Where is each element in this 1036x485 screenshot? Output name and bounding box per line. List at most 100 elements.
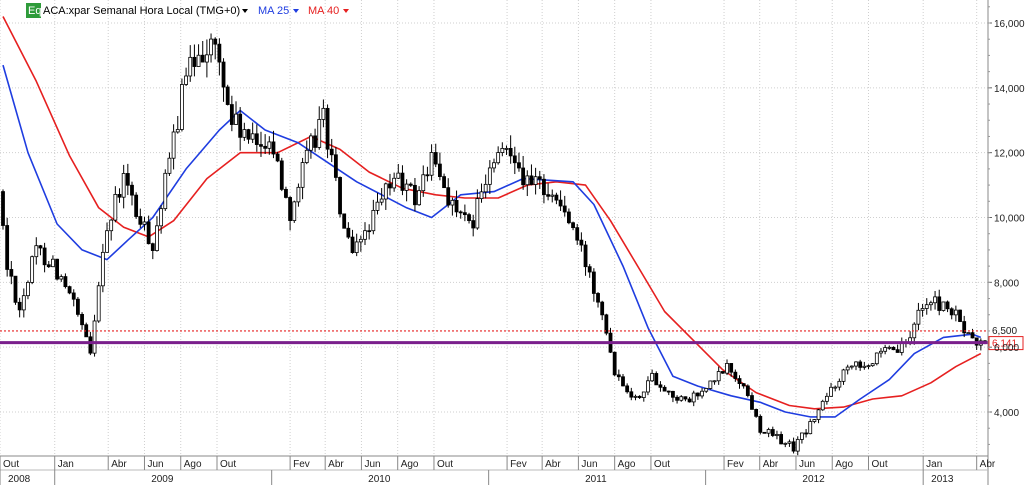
candle-body xyxy=(300,162,305,188)
candle-body xyxy=(13,275,18,303)
candle-body xyxy=(837,380,842,388)
candle-body xyxy=(579,239,584,246)
candle-body xyxy=(329,148,334,156)
symbol-title[interactable]: ACA:xpar Semanal Hora Local (TMG+0) xyxy=(43,5,240,17)
candle-body xyxy=(512,155,517,164)
candle-body xyxy=(933,296,937,304)
candle-body xyxy=(800,432,804,440)
candle-body xyxy=(770,429,775,436)
x-tick-label: Jun xyxy=(581,459,597,470)
year-label: 2011 xyxy=(585,474,607,485)
candle-body xyxy=(467,214,471,221)
candle-body xyxy=(196,54,201,67)
candle-body xyxy=(725,363,729,374)
candle-body xyxy=(279,160,284,190)
candle-body xyxy=(695,392,700,397)
candle-body xyxy=(371,210,376,232)
candle-body xyxy=(741,383,746,387)
candle-body xyxy=(808,421,813,435)
candle-body xyxy=(504,148,509,150)
candle-body xyxy=(63,276,68,288)
candle-body xyxy=(521,167,526,186)
candle-body xyxy=(612,351,617,376)
eq-badge-label: Eq xyxy=(28,5,41,17)
candle-body xyxy=(679,396,684,401)
candle-body xyxy=(325,107,330,150)
candle-body xyxy=(292,201,297,221)
candle-body xyxy=(388,183,392,189)
candle-body xyxy=(762,431,767,434)
candle-body xyxy=(483,183,488,193)
candle-body xyxy=(238,113,243,138)
candlestick-chart[interactable]: 6,5006,1414,0006,0008,00010,00012,00014,… xyxy=(0,0,1036,485)
x-tick-label: Jan xyxy=(58,459,74,470)
candle-body xyxy=(849,365,854,368)
candle-body xyxy=(887,346,892,349)
candle-body xyxy=(113,193,118,221)
candle-body xyxy=(46,264,51,268)
candle-body xyxy=(716,371,721,382)
candle-body xyxy=(966,332,971,335)
x-tick-label: Abr xyxy=(111,459,127,470)
candle-body xyxy=(26,281,30,297)
candle-body xyxy=(221,61,226,88)
candle-body xyxy=(795,439,800,452)
candle-body xyxy=(34,245,39,258)
candle-body xyxy=(720,371,725,374)
candle-body xyxy=(100,251,105,287)
candle-body xyxy=(338,177,342,215)
candle-body xyxy=(80,314,84,326)
candle-body xyxy=(304,149,309,163)
candle-body xyxy=(209,38,213,56)
y-tick-label: 14,000 xyxy=(994,84,1025,95)
candle-body xyxy=(492,162,496,169)
y-tick-label: 12,000 xyxy=(994,149,1025,160)
candle-body xyxy=(425,174,430,177)
candle-body xyxy=(633,395,638,398)
candle-body xyxy=(637,395,642,398)
candle-body xyxy=(109,219,114,232)
candle-body xyxy=(313,135,317,148)
candle-body xyxy=(621,376,625,387)
candle-body xyxy=(367,230,372,233)
candle-body xyxy=(529,175,534,185)
candle-body xyxy=(159,208,164,227)
candle-body xyxy=(142,221,147,225)
candle-body xyxy=(804,432,808,435)
ma40-legend[interactable]: MA 40 xyxy=(308,5,339,17)
y-tick-label: 6,000 xyxy=(994,343,1019,354)
candle-body xyxy=(671,390,675,398)
candle-body xyxy=(42,247,47,266)
candle-body xyxy=(21,295,26,311)
candle-body xyxy=(766,429,771,434)
candle-body xyxy=(571,222,575,229)
candle-body xyxy=(458,211,463,214)
candle-body xyxy=(550,194,555,197)
candle-body xyxy=(750,395,754,410)
candle-body xyxy=(417,190,422,206)
y-tick-label: 10,000 xyxy=(994,214,1025,225)
candle-body xyxy=(105,230,109,253)
candle-body xyxy=(271,141,276,155)
x-tick-label: Out xyxy=(871,459,887,470)
candle-body xyxy=(400,172,405,191)
candle-body xyxy=(554,194,559,201)
ma25-legend[interactable]: MA 25 xyxy=(258,5,289,17)
candle-body xyxy=(263,145,268,149)
candle-body xyxy=(783,442,788,445)
candle-body xyxy=(184,75,188,85)
candle-body xyxy=(309,135,313,151)
candle-body xyxy=(970,332,975,339)
candle-body xyxy=(354,241,359,253)
candle-body xyxy=(71,292,76,300)
candle-body xyxy=(442,176,446,189)
candle-body xyxy=(508,148,513,157)
candle-body xyxy=(575,227,580,241)
candle-body xyxy=(895,349,900,353)
candle-body xyxy=(546,194,550,197)
candle-body xyxy=(125,173,130,186)
candle-body xyxy=(775,434,779,436)
candle-body xyxy=(192,56,197,67)
candle-body xyxy=(953,309,958,316)
candle-body xyxy=(858,361,863,368)
